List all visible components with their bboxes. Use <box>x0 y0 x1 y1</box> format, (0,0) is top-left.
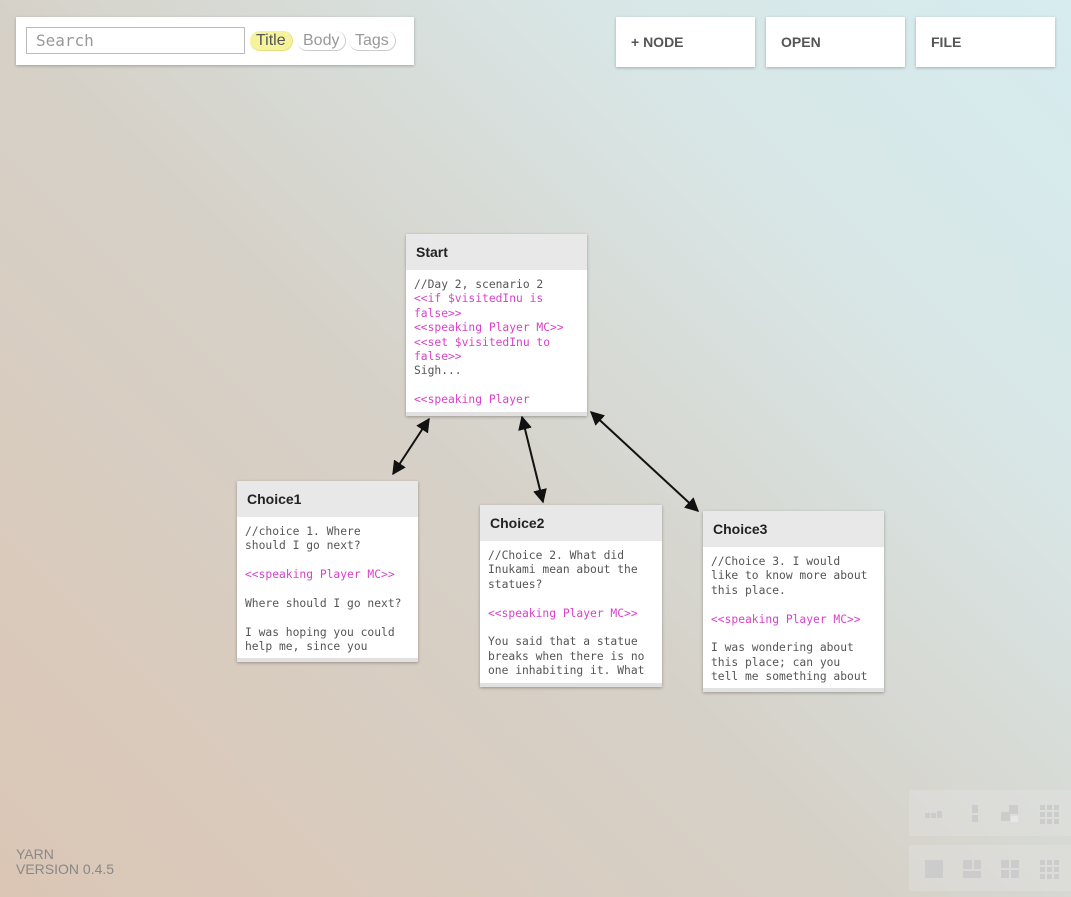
node-text-line: //Choice 2. What did <box>488 549 625 562</box>
app-name: YARN <box>16 846 54 862</box>
node-text-line <box>245 554 410 568</box>
node-text-line: //Day 2, scenario 2 <box>414 278 544 291</box>
edge-start-choice2 <box>518 415 547 504</box>
arrange-horizontal-icon[interactable] <box>924 804 944 824</box>
edge-start-choice1 <box>392 417 430 476</box>
add-node-button[interactable]: + NODE <box>616 17 755 67</box>
search-input[interactable] <box>26 27 245 54</box>
node-choice3[interactable]: Choice3 //Choice 3. I would like to know … <box>703 511 884 692</box>
node-text-line <box>488 621 654 635</box>
zoom-level-4-icon[interactable] <box>1039 859 1059 879</box>
node-text-line: this place. <box>711 583 786 597</box>
node-body: //choice 1. Where should I go next? <<spea… <box>237 517 418 658</box>
node-command-line: false>> <box>414 306 462 320</box>
node-connections <box>392 411 700 512</box>
filter-tags-toggle[interactable]: Tags <box>349 31 396 51</box>
app-version: YARN VERSION 0.4.5 <box>16 847 114 877</box>
arrange-vertical-icon[interactable] <box>965 804 985 824</box>
node-text-line <box>414 379 579 393</box>
filter-body-toggle[interactable]: Body <box>297 31 347 51</box>
arrange-spiral-icon[interactable] <box>1000 804 1020 824</box>
node-text-line: statues? <box>488 577 543 591</box>
node-text-line: Sigh... <box>414 364 462 378</box>
node-title: Choice3 <box>703 511 884 547</box>
node-text-line: one inhabiting it. What <box>488 664 645 678</box>
node-text-line: tell me something about <box>711 670 868 684</box>
node-title: Start <box>406 234 587 270</box>
node-text-line: Inukami mean about the <box>488 563 638 577</box>
filter-title-toggle[interactable]: Title <box>250 31 293 51</box>
open-button[interactable]: OPEN <box>766 17 905 67</box>
node-title: Choice2 <box>480 505 662 541</box>
node-text-line: I was wondering about <box>711 641 854 655</box>
node-text-line: Where should I go next? <box>245 597 402 610</box>
node-text-line: like to know more about <box>711 569 868 583</box>
node-command-line: <<if $visitedInu is <box>414 292 544 306</box>
node-choice2[interactable]: Choice2 //Choice 2. What did Inukami mean… <box>480 505 662 687</box>
node-body: //Choice 2. What did Inukami mean about t… <box>480 541 662 683</box>
node-choice1[interactable]: Choice1 //choice 1. Where should I go nex… <box>237 481 418 662</box>
node-text-line: //choice 1. Where <box>245 525 361 538</box>
node-text-line <box>488 592 654 606</box>
node-text-line: this place; can you <box>711 655 841 669</box>
node-text-line: //Choice 3. I would <box>711 555 841 568</box>
node-command-line: <<speaking Player MC>> <box>711 612 861 626</box>
zoom-level-2-icon[interactable] <box>962 859 982 879</box>
node-start[interactable]: Start //Day 2, scenario 2 <<if $visitedIn… <box>406 234 587 416</box>
zoom-level-1-icon[interactable] <box>924 859 944 879</box>
node-text-line <box>711 627 876 641</box>
arrange-grid-icon[interactable] <box>1039 804 1059 824</box>
arrange-panel <box>909 790 1071 836</box>
node-command-line: <<set $visitedInu to <box>414 335 551 349</box>
version-label: VERSION 0.4.5 <box>16 861 115 877</box>
search-panel: Title Body Tags <box>16 17 414 65</box>
node-body: //Choice 3. I would like to know more abo… <box>703 547 884 688</box>
node-text-line: I was hoping you could <box>245 625 395 639</box>
node-command-line: false>> <box>414 350 462 364</box>
edge-start-choice3 <box>589 411 700 512</box>
node-body: //Day 2, scenario 2 <<if $visitedInu is fa… <box>406 270 587 412</box>
node-command-line: <<speaking Player MC>> <box>414 321 564 335</box>
node-command-line: <<speaking Player MC>> <box>245 568 395 582</box>
node-text-line: help me, since you <box>245 640 368 654</box>
zoom-panel <box>909 845 1071 891</box>
zoom-level-3-icon[interactable] <box>1000 859 1020 879</box>
node-text-line <box>711 598 876 612</box>
node-text-line <box>245 611 410 625</box>
node-command-line: <<speaking Player MC>> <box>488 606 638 620</box>
node-title: Choice1 <box>237 481 418 517</box>
node-text-line: breaks when there is no <box>488 649 645 663</box>
node-command-line: <<speaking Player <box>414 393 530 407</box>
node-text-line: should I go next? <box>245 539 361 553</box>
file-button[interactable]: FILE <box>916 17 1055 67</box>
node-text-line <box>245 583 410 597</box>
node-text-line: You said that a statue <box>488 635 638 649</box>
